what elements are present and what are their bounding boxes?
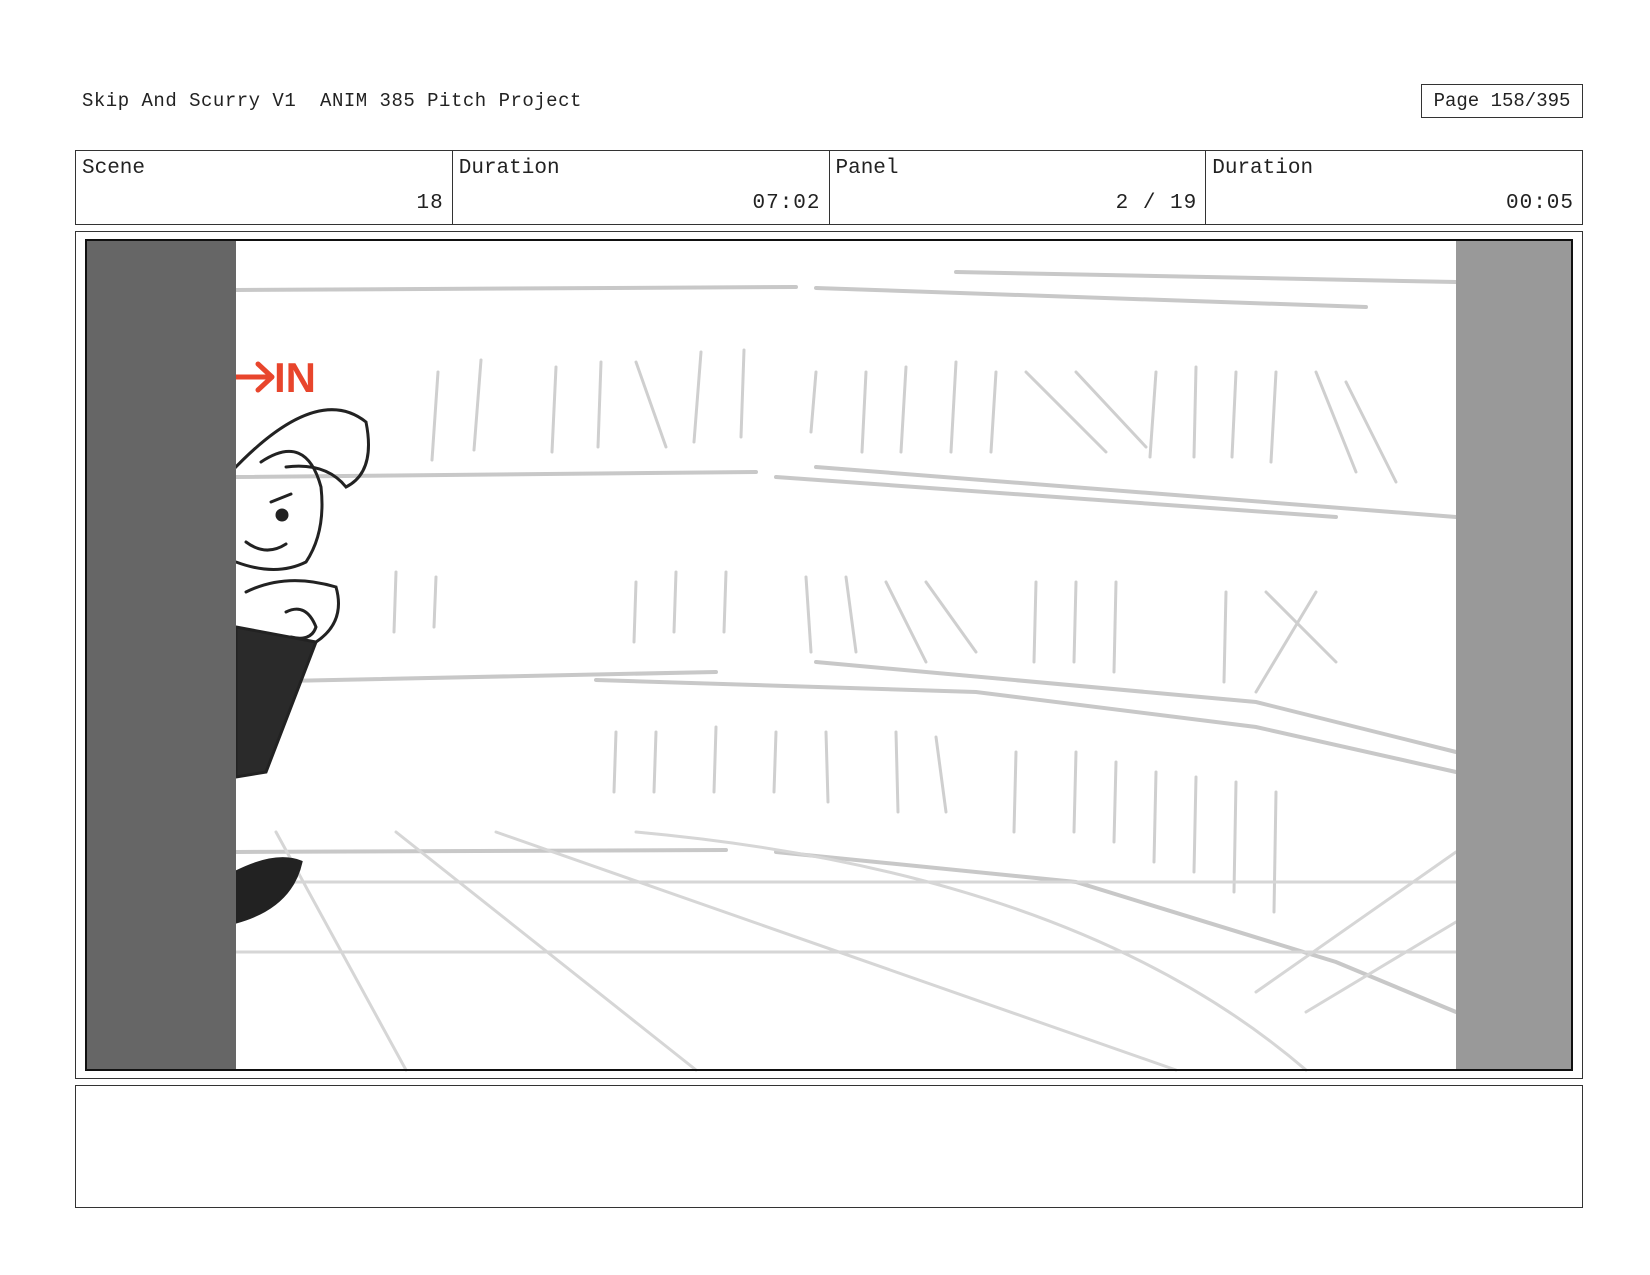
storyboard-frame: IN bbox=[75, 231, 1583, 1079]
panel-duration-label: Duration bbox=[1212, 157, 1314, 180]
scene-label: Scene bbox=[82, 157, 146, 180]
storyboard-sketch: IN bbox=[85, 239, 1573, 1072]
panel-duration-value: 00:05 bbox=[1505, 192, 1574, 215]
scene-cell: Scene 18 bbox=[76, 151, 453, 224]
panel-value: 2 / 19 bbox=[1115, 192, 1198, 215]
panel-label: Panel bbox=[835, 157, 899, 180]
in-annotation-text: IN bbox=[274, 354, 316, 401]
panel-notes-box bbox=[75, 1085, 1583, 1208]
right-matte bbox=[1456, 240, 1572, 1070]
project-title: Skip And Scurry V1 ANIM 385 Pitch Projec… bbox=[82, 90, 582, 112]
panel-duration-cell: Duration 00:05 bbox=[1206, 151, 1582, 224]
scene-duration-cell: Duration 07:02 bbox=[453, 151, 830, 224]
left-matte bbox=[86, 240, 236, 1070]
scene-duration-label: Duration bbox=[458, 157, 560, 180]
scene-duration-value: 07:02 bbox=[752, 192, 821, 215]
page-indicator: Page 158/395 bbox=[1421, 84, 1583, 118]
panel-info-row: Scene 18 Duration 07:02 Panel 2 / 19 Dur… bbox=[75, 150, 1583, 225]
panel-cell: Panel 2 / 19 bbox=[830, 151, 1207, 224]
scene-value: 18 bbox=[416, 192, 444, 215]
